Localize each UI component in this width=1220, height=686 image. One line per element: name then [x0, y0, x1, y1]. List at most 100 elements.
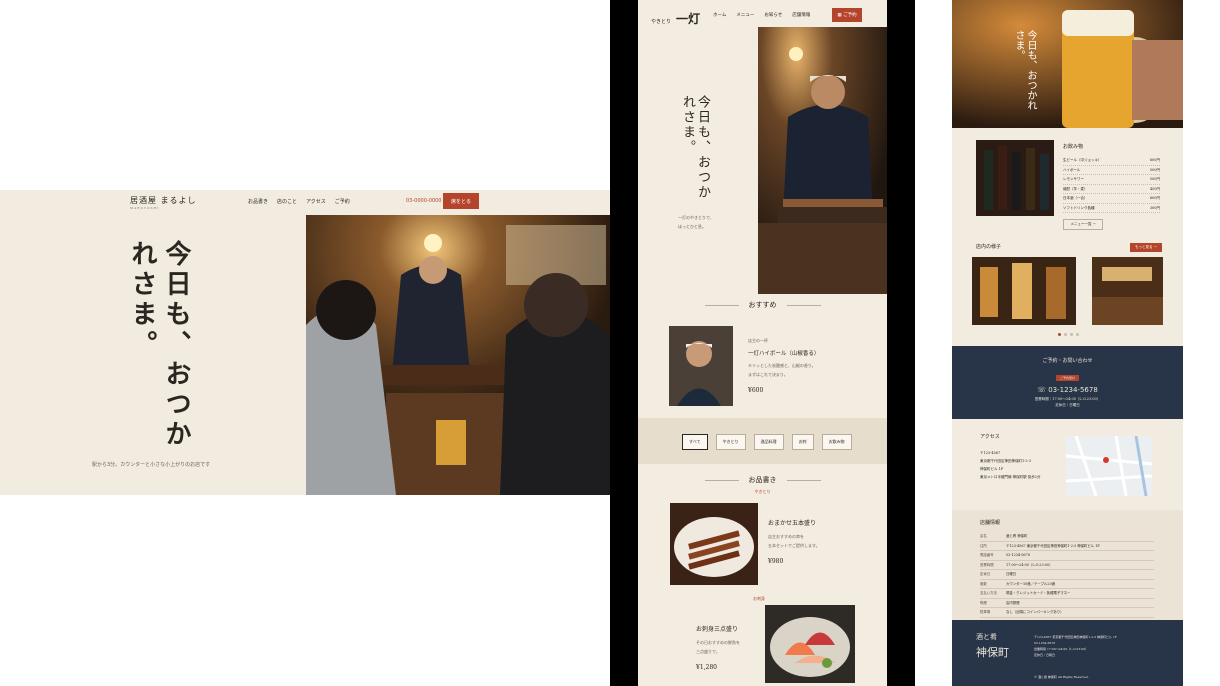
mobile-panel: やきとり 一灯 ホーム メニュー お知らせ 店舗情報 ▦ ご予約 今日も、おつかれ…: [610, 0, 915, 686]
row-label: 駐車場: [980, 610, 991, 614]
dot[interactable]: [1064, 333, 1067, 336]
dot[interactable]: [1070, 333, 1073, 336]
access-line: 東京メトロ半蔵門線 神保町駅 徒歩2分: [980, 475, 1041, 479]
access-title: アクセス: [980, 434, 1000, 440]
row-label: 支払い方法: [980, 591, 997, 595]
mobile-logo[interactable]: やきとり 一灯: [651, 10, 700, 27]
row-label: 喫煙: [980, 600, 987, 605]
carousel-dots: [1058, 333, 1079, 336]
tab-yakitori[interactable]: やきとり: [715, 434, 746, 450]
row-label: 住所: [980, 543, 987, 548]
root: 居酒屋 まるよし MARUYOSHI お品書き 店のこと アクセス ご予約 03-…: [0, 0, 1220, 686]
footer: 酒と肴 神保町 〒123-4567 東京都千代田区神田神保町1-2-3 神保町ビ…: [952, 620, 1183, 686]
drink-row: ハイボール 500円: [1063, 166, 1160, 175]
phone-text: 03-1234-5678: [1048, 386, 1098, 394]
map-graphic: [1065, 435, 1153, 497]
nav-item[interactable]: メニュー: [736, 12, 754, 18]
item-name: おまかせ五本盛り: [768, 520, 817, 527]
hero-photo: [758, 27, 887, 294]
item-desc: その日おすすめの鮮魚を: [696, 640, 740, 645]
drinks-more-button[interactable]: メニュー一覧 →: [1063, 219, 1103, 230]
drink-name: 日本酒（一合）: [1063, 196, 1088, 200]
interior-photo-1[interactable]: [972, 257, 1076, 325]
divider: [704, 304, 739, 306]
contact-hours: 営業時間｜17:00〜24:00（L.O.23:00）: [1034, 397, 1101, 401]
store-row: 喫煙 店内禁煙: [980, 599, 1154, 608]
desktop-panel: 居酒屋 まるよし MARUYOSHI お品書き 店のこと アクセス ご予約 03-…: [0, 190, 610, 495]
nav-item[interactable]: アクセス: [306, 198, 326, 205]
contact-badge: ご予約受付: [1055, 375, 1079, 381]
hero-headline: 今日も、おつかれさま。: [127, 240, 191, 450]
store-table: 店名 酒と肴 神保町 住所 〒123-4567 東京都千代田区神田神保町1-2-3 …: [980, 532, 1154, 618]
category-label: お刺身: [753, 596, 765, 601]
hero-line: 一灯のやきとりで、: [678, 215, 714, 220]
menu-section: お品書き やきとり: [638, 475, 887, 496]
access-line: 〒123-4567: [980, 451, 1001, 455]
item-price: ¥1,280: [696, 664, 717, 671]
desktop-nav: お品書き 店のこと アクセス ご予約: [248, 198, 350, 205]
store-section: 店舗情報 店名 酒と肴 神保町 住所 〒123-4567 東京都千代田区神田神保町1…: [952, 510, 1183, 620]
drink-price: 500円: [1149, 167, 1160, 172]
nav-item[interactable]: お知らせ: [764, 12, 782, 18]
nav-item[interactable]: 店のこと: [277, 198, 297, 205]
nav-item[interactable]: お品書き: [248, 198, 268, 205]
phone-icon: ☏: [1037, 386, 1049, 394]
logo-main: 一灯: [676, 12, 701, 26]
contact-phone[interactable]: ☏ 03-1234-5678: [952, 386, 1183, 394]
reserve-button[interactable]: ▦ ご予約: [832, 8, 862, 22]
store-row: 電話番号 03-1234-5678: [980, 551, 1154, 561]
hero-line: ほっとひと息。: [678, 224, 706, 229]
row-value: 〒123-4567 東京都千代田区神田神保町1-2-3 神保町ビル 1F: [1006, 543, 1100, 548]
recommend-photo: [669, 326, 733, 406]
row-value: 店内禁煙: [1006, 600, 1020, 605]
access-line: 神保町ビル 1F: [980, 467, 1004, 471]
row-label: 電話番号: [980, 553, 994, 557]
drink-price: 600円: [1149, 158, 1160, 162]
recommend-desc: まずはこれで決まり。: [748, 372, 788, 377]
item-desc: 五本セットでご提供します。: [768, 543, 820, 548]
hero-headline: 今日も、おつかれさま。: [680, 95, 710, 200]
nav-item[interactable]: 店舗情報: [792, 12, 810, 18]
tab-dishes[interactable]: 逸品料理: [753, 434, 784, 450]
mobile-nav: ホーム メニュー お知らせ 店舗情報: [713, 12, 810, 18]
nav-item[interactable]: ご予約: [335, 198, 350, 205]
store-row: 住所 〒123-4567 東京都千代田区神田神保町1-2-3 神保町ビル 1F: [980, 542, 1154, 551]
store-row: 駐車場 なし（近隣にコインパーキングあり）: [980, 608, 1154, 618]
access-map[interactable]: [1065, 435, 1153, 497]
interior-title: 店内の様子: [976, 244, 1002, 250]
reserve-button[interactable]: 席をとる: [443, 193, 479, 209]
drinks-title: お飲み物: [1063, 144, 1084, 150]
footer-logo: 神保町: [976, 646, 1009, 659]
grill-chef-photo: [758, 27, 887, 294]
menu-item-2[interactable]: お刺身三点盛り その日おすすめの鮮魚を 三点盛りで。 ¥1,280: [696, 624, 740, 671]
row-value: 03-1234-5678: [1006, 553, 1030, 557]
brand-sub: MARUYOSHI: [130, 206, 160, 210]
interior-more-button[interactable]: もっと見る →: [1130, 243, 1162, 252]
tab-sashimi[interactable]: お刺: [791, 434, 814, 450]
row-value: 日曜日: [1006, 572, 1017, 576]
divider: [786, 479, 821, 481]
tab-drinks[interactable]: お飲み物: [821, 434, 852, 450]
drink-price: 450円: [1149, 186, 1160, 191]
row-value: 酒と肴 神保町: [1006, 534, 1028, 538]
menu-item-1[interactable]: おまかせ五本盛り 店主おすすめの串を 五本セットでご提供します。 ¥980: [768, 518, 820, 565]
drink-name: レモンサワー: [1063, 177, 1084, 181]
footer-logo-top: 酒と肴: [976, 633, 997, 641]
item-desc: 三点盛りで。: [696, 649, 720, 654]
yakitori-photo: [670, 503, 758, 585]
nav-item[interactable]: ホーム: [713, 12, 726, 18]
interior-photo-2[interactable]: [1092, 257, 1163, 325]
dot[interactable]: [1076, 333, 1079, 336]
beer-mug-photo: [952, 0, 1183, 128]
phone-number[interactable]: 03-0000-0000: [406, 198, 441, 204]
tab-all[interactable]: すべて: [682, 434, 708, 450]
drink-row: 焼酎（芋・麦） 450円: [1063, 185, 1160, 194]
brand-logo[interactable]: 居酒屋 まるよし MARUYOSHI: [130, 195, 197, 210]
dot-active[interactable]: [1058, 333, 1061, 336]
drink-name: 生ビール（中ジョッキ）: [1063, 158, 1102, 162]
row-label: 営業時間: [980, 562, 994, 567]
drink-name: ハイボール: [1063, 167, 1081, 172]
row-value: 17:00〜24:00（L.O.23:00）: [1006, 562, 1053, 567]
row-value: カウンター10席／テーブル20席: [1006, 581, 1056, 586]
item-desc: 店主おすすめの串を: [768, 534, 804, 539]
